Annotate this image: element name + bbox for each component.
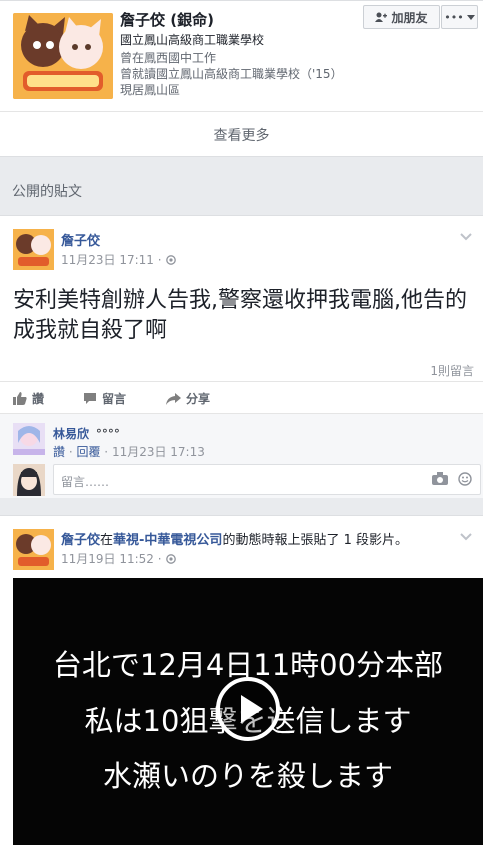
comment-like-link[interactable]: 讚 bbox=[53, 445, 65, 459]
post-timestamp[interactable]: 11月19日 11:52 · bbox=[61, 550, 162, 567]
post-card: 詹子佼 11月23日 17:11 · 安利美特創辦人告我,警察還收押我電腦,他告… bbox=[0, 215, 483, 498]
post-card: 詹子佼在華視-中華電視公司的動態時報上張貼了 1 段影片。 11月19日 11:… bbox=[0, 515, 483, 845]
globe-icon bbox=[165, 553, 176, 564]
post-author-name[interactable]: 詹子佼 bbox=[61, 533, 100, 548]
comment-reply-link[interactable]: 回覆 bbox=[76, 445, 100, 459]
add-friend-button[interactable]: 加朋友 bbox=[363, 5, 440, 29]
profile-school-past: 曾就讀國立鳳山高級商工職業學校（'15） bbox=[120, 67, 343, 81]
see-more-link[interactable]: 查看更多 bbox=[0, 111, 483, 157]
post-meta: 11月23日 17:11 · bbox=[61, 251, 176, 268]
more-options-button[interactable]: ••• bbox=[441, 5, 478, 29]
like-button[interactable]: 讚 bbox=[13, 390, 44, 407]
profile-school-current[interactable]: 國立鳳山高級商工職業學校 bbox=[120, 32, 264, 49]
profile-card: 詹子佼 (銀命) 國立鳳山高級商工職業學校 曾在鳳西國中工作 曾就讀國立鳳山高級… bbox=[0, 0, 483, 157]
comment-button[interactable]: 留言 bbox=[83, 390, 126, 407]
post-header-text-2: 的動態時報上張貼了 1 段影片。 bbox=[222, 533, 408, 548]
play-button[interactable] bbox=[216, 677, 280, 741]
camera-icon[interactable] bbox=[432, 472, 448, 485]
video-caption-line-3: 水瀬いのりを殺します bbox=[102, 759, 393, 793]
share-label: 分享 bbox=[186, 392, 211, 406]
post-header: 詹子佼在華視-中華電視公司的動態時報上張貼了 1 段影片。 bbox=[61, 529, 408, 548]
post-meta: 11月19日 11:52 · bbox=[61, 550, 176, 567]
globe-icon bbox=[165, 254, 176, 265]
comment-meta: 讚 · 回覆 · 11月23日 17:13 bbox=[53, 445, 205, 459]
thumbs-up-icon bbox=[13, 392, 27, 405]
chevron-down-icon[interactable] bbox=[459, 532, 473, 542]
comment: 林易欣 °°°° bbox=[53, 425, 120, 442]
caret-down-icon bbox=[466, 14, 475, 20]
current-user-avatar bbox=[13, 464, 45, 496]
post-header-text: 在 bbox=[100, 533, 114, 548]
commenter-avatar[interactable] bbox=[13, 423, 45, 455]
profile-avatar[interactable] bbox=[13, 13, 113, 99]
commenter-name[interactable]: 林易欣 bbox=[53, 427, 89, 441]
profile-lives: 現居鳳山區 bbox=[120, 83, 181, 97]
comment-input-placeholder: 留言…… bbox=[61, 475, 110, 489]
comment-input[interactable]: 留言…… bbox=[53, 464, 481, 495]
post-timestamp[interactable]: 11月23日 17:11 · bbox=[61, 251, 162, 268]
chevron-down-icon[interactable] bbox=[459, 232, 473, 242]
speech-bubble-icon bbox=[84, 393, 96, 404]
comment-timestamp[interactable]: 11月23日 17:13 bbox=[112, 445, 205, 459]
post-author-avatar[interactable] bbox=[13, 529, 54, 570]
post-text: 安利美特創辦人告我,警察還收押我電腦,他告的成我就自殺了啊 bbox=[13, 288, 467, 343]
profile-work: 曾在鳳西國中工作 bbox=[120, 51, 217, 65]
add-friend-icon bbox=[375, 12, 388, 22]
page-link[interactable]: 華視-中華電視公司 bbox=[113, 533, 222, 548]
comment-label: 留言 bbox=[102, 392, 127, 406]
section-title: 公開的貼文 bbox=[12, 184, 82, 200]
video-player[interactable]: 台北で12月4日11時00分本部 私は10狙撃を送信します 水瀬いのりを殺します bbox=[13, 578, 483, 845]
share-arrow-icon bbox=[166, 392, 181, 405]
profile-name[interactable]: 詹子佼 (銀命) bbox=[120, 9, 214, 30]
post-actions: 讚 留言 分享 bbox=[0, 381, 483, 413]
comment-text: °°°° bbox=[95, 427, 120, 441]
comment-count[interactable]: 1則留言 bbox=[430, 362, 474, 379]
ellipsis-icon: ••• bbox=[444, 10, 464, 24]
play-icon bbox=[241, 695, 263, 723]
add-friend-label: 加朋友 bbox=[391, 10, 428, 25]
comments-area: 林易欣 °°°° 讚 · 回覆 · 11月23日 17:13 留言…… bbox=[0, 413, 483, 498]
like-label: 讚 bbox=[32, 392, 45, 406]
emoji-icon[interactable] bbox=[458, 472, 472, 486]
share-button[interactable]: 分享 bbox=[166, 390, 210, 407]
post-author-name[interactable]: 詹子佼 bbox=[61, 230, 100, 249]
post-author-avatar[interactable] bbox=[13, 229, 54, 270]
